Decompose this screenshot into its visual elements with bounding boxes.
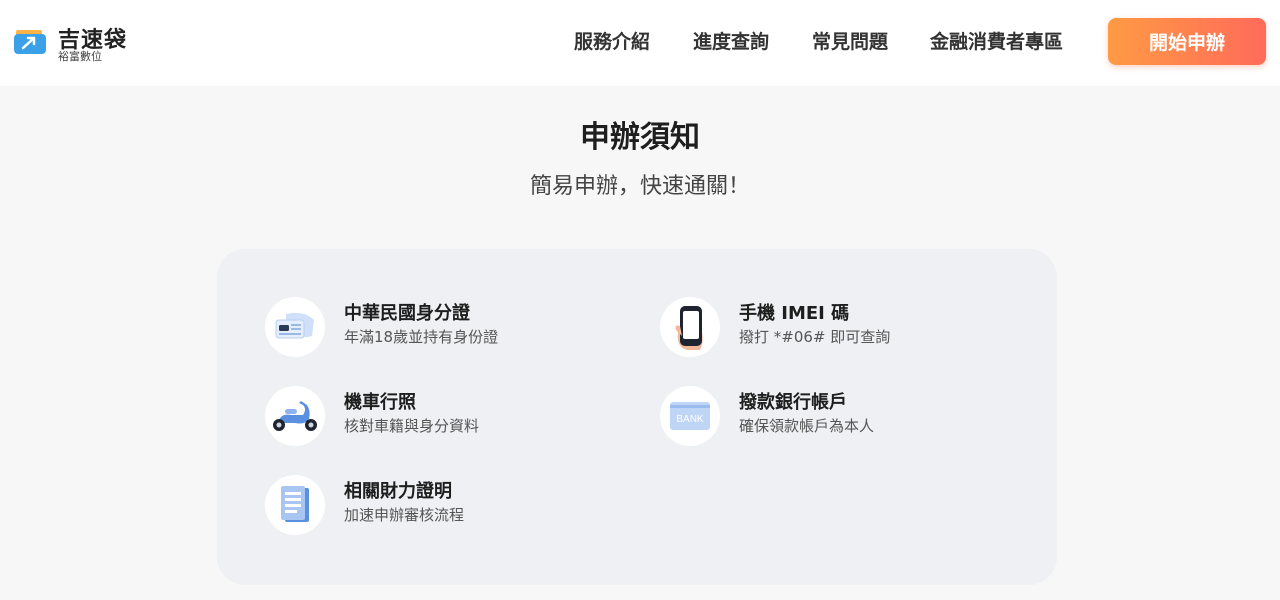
page-title: 申辦須知: [580, 120, 700, 155]
requirement-description: 核對車籍與身分資料: [344, 417, 480, 435]
nav-service-intro[interactable]: 服務介紹: [574, 30, 650, 54]
nav-progress-query[interactable]: 進度查詢: [693, 30, 769, 54]
requirement-item: BANK 撥款銀行帳戶 確保領款帳戶為本人: [660, 386, 1020, 448]
wallet-logo-icon: [14, 30, 46, 54]
phone-icon: [660, 297, 720, 357]
requirement-item: 手機 IMEI 碼 撥打 *#06# 即可查詢: [660, 297, 1020, 359]
document-icon: [265, 475, 325, 535]
page-subtitle: 簡易申辦，快速通關！: [529, 174, 750, 199]
requirement-description: 確保領款帳戶為本人: [739, 417, 875, 435]
requirement-description: 撥打 *#06# 即可查詢: [739, 328, 891, 346]
requirement-title: 手機 IMEI 碼: [739, 303, 850, 324]
start-application-button[interactable]: 開始申辦: [1108, 18, 1266, 65]
nav-consumer-zone[interactable]: 金融消費者專區: [930, 30, 1063, 54]
requirement-title: 中華民國身分證: [344, 303, 470, 324]
requirement-item: 機車行照 核對車籍與身分資料: [265, 386, 625, 448]
scooter-icon: [265, 386, 325, 446]
bank-card-text: BANK: [676, 414, 704, 425]
requirement-item: 中華民國身分證 年滿18歲並持有身份證: [265, 297, 625, 359]
requirement-item: 相關財力證明 加速申辦審核流程: [265, 475, 625, 537]
id-card-icon: [265, 297, 325, 357]
bank-card-icon: BANK: [660, 386, 720, 446]
requirements-card: 中華民國身分證 年滿18歲並持有身份證 手機 IMEI 碼 撥打 *#06# 即…: [217, 249, 1057, 585]
requirement-title: 相關財力證明: [344, 481, 452, 502]
brand-logo[interactable]: 吉速袋 裕富數位: [14, 22, 144, 63]
requirement-description: 年滿18歲並持有身份證: [344, 328, 499, 346]
requirement-description: 加速申辦審核流程: [344, 506, 465, 524]
requirement-title: 機車行照: [344, 392, 416, 413]
requirement-title: 撥款銀行帳戶: [739, 392, 847, 413]
nav-faq[interactable]: 常見問題: [812, 30, 888, 54]
top-header: 吉速袋 裕富數位 服務介紹 進度查詢 常見問題 金融消費者專區 開始申辦: [0, 0, 1280, 86]
brand-subtitle: 裕富數位: [58, 50, 102, 63]
